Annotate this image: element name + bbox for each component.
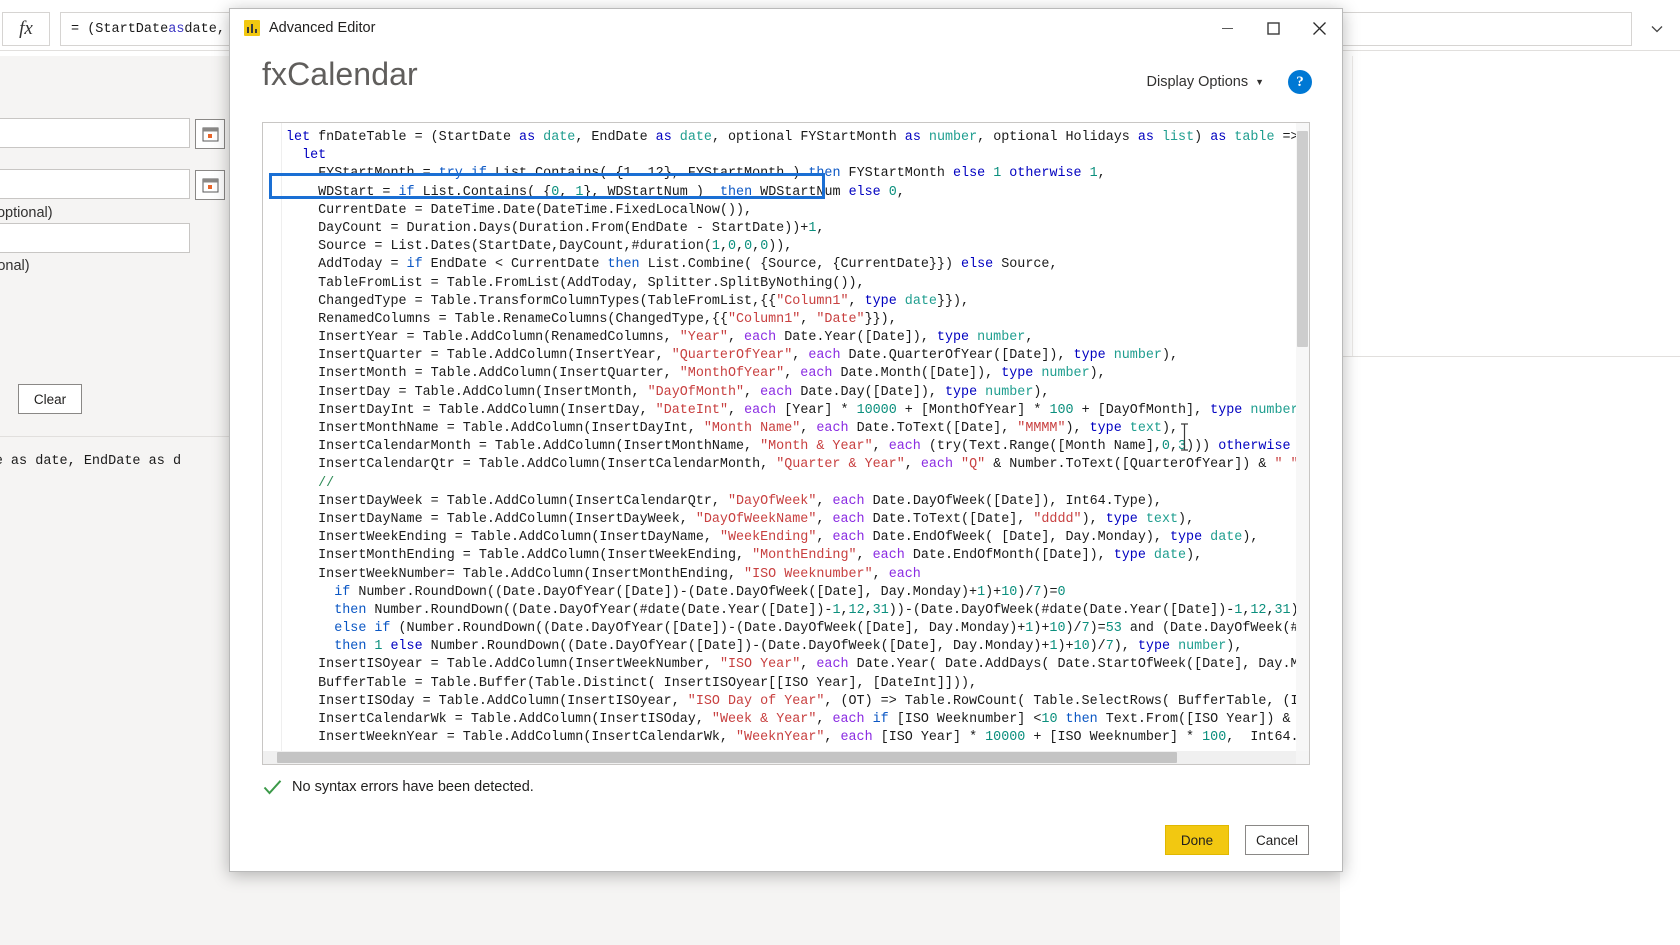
code-line: CurrentDate = DateTime.Date(DateTime.Fix… — [286, 202, 753, 218]
maximize-icon[interactable] — [1250, 9, 1296, 47]
code-line: InsertCalendarWk = Table.AddColumn(Inser… — [286, 712, 1299, 727]
power-bi-icon — [244, 20, 260, 36]
vertical-scrollbar[interactable] — [1296, 123, 1309, 751]
done-button[interactable]: Done — [1165, 825, 1229, 855]
query-name-heading: fxCalendar — [262, 56, 418, 92]
calendar-icon-end[interactable] — [195, 170, 225, 200]
code-line: then Number.RoundDown((Date.DayOfYear(#d… — [334, 602, 1299, 618]
code-line: InsertWeekNumber= Table.AddColumn(Insert… — [286, 566, 921, 582]
dialog-header: fxCalendar Display Options ▼ ? — [230, 48, 1342, 122]
code-line: InsertDay = Table.AddColumn(InsertMonth,… — [286, 384, 1050, 400]
vertical-scrollbar-thumb[interactable] — [1297, 131, 1308, 347]
code-line: WDStart = if List.Contains( {0, 1}, WDSt… — [286, 184, 905, 200]
fy-start-month-label: th (optional) — [0, 205, 53, 221]
code-line: ChangedType = Table.TransformColumnTypes… — [286, 293, 970, 309]
code-line: InsertDayInt = Table.AddColumn(InsertDay… — [286, 402, 1299, 418]
code-line: InsertMonth = Table.AddColumn(InsertQuar… — [286, 366, 1106, 382]
calendar-icon-start[interactable] — [195, 119, 225, 149]
cancel-button[interactable]: Cancel — [1245, 825, 1309, 855]
chevron-down-icon[interactable] — [1640, 13, 1674, 45]
code-line: let fnDateTable = (StartDate as date, En… — [286, 130, 1299, 145]
code-line: InsertISOyear = Table.AddColumn(InsertWe… — [286, 657, 1299, 673]
code-line: InsertISOday = Table.AddColumn(InsertISO… — [286, 693, 1299, 709]
code-line: then 1 else Number.RoundDown((Date.DayOf… — [334, 639, 1243, 655]
start-date-input[interactable]: 21-3-2012 — [0, 118, 190, 148]
display-options-menu[interactable]: Display Options ▼ — [1147, 74, 1264, 90]
end-date-input[interactable]: 21-3-2012 — [0, 169, 190, 199]
editor-gutter-rule — [281, 123, 282, 764]
code-line: InsertYear = Table.AddColumn(RenamedColu… — [286, 330, 1034, 346]
code-line: AddToday = if EndDate < CurrentDate then… — [286, 257, 1058, 273]
formula-text-keyword: as — [168, 21, 185, 37]
window-controls — [1204, 9, 1342, 47]
check-icon — [263, 779, 282, 794]
formula-text-prefix: = (StartDate — [71, 21, 169, 37]
code-line: if Number.RoundDown((Date.DayOfYear([Dat… — [334, 584, 1066, 600]
code-line: InsertCalendarMonth = Table.AddColumn(In… — [286, 439, 1299, 455]
dialog-title: Advanced Editor — [269, 20, 376, 36]
background-rule-vertical — [1352, 56, 1353, 356]
minimize-icon[interactable] — [1204, 9, 1250, 47]
display-options-label: Display Options — [1146, 74, 1249, 90]
fx-icon: fx — [2, 12, 50, 46]
code-line: InsertQuarter = Table.AddColumn(InsertYe… — [286, 348, 1179, 364]
holidays-label: ptional) — [0, 258, 30, 274]
code-line: let — [302, 148, 327, 164]
chevron-down-icon: ▼ — [1255, 77, 1264, 87]
code-line: InsertDayName = Table.AddColumn(InsertDa… — [286, 511, 1195, 527]
code-line: else if (Number.RoundDown((Date.DayOfYea… — [334, 621, 1299, 637]
code-line: InsertWeekEnding = Table.AddColumn(Inser… — [286, 530, 1259, 546]
status-message: No syntax errors have been detected. — [292, 779, 534, 795]
code-line: RenamedColumns = Table.RenameColumns(Cha… — [286, 311, 897, 327]
code-line: InsertDayWeek = Table.AddColumn(InsertCa… — [286, 493, 1162, 509]
code-editor[interactable]: let fnDateTable = (StartDate as date, En… — [262, 122, 1310, 765]
clear-button[interactable]: Clear — [18, 384, 82, 414]
fy-start-month-input[interactable]: 123 — [0, 223, 190, 253]
dialog-buttons: Done Cancel — [230, 809, 1342, 871]
code-line: InsertMonthEnding = Table.AddColumn(Inse… — [286, 548, 1203, 564]
code-line: InsertMonthName = Table.AddColumn(Insert… — [286, 421, 1179, 436]
code-line: BufferTable = Table.Buffer(Table.Distinc… — [286, 675, 978, 691]
horizontal-scrollbar[interactable] — [263, 751, 1296, 764]
status-row: No syntax errors have been detected. — [230, 765, 1342, 809]
close-icon[interactable] — [1296, 9, 1342, 47]
help-icon[interactable]: ? — [1288, 70, 1312, 94]
function-signature-text: tartDate as date, EndDate as d — [0, 454, 182, 469]
code-line: TableFromList = Table.FromList(AddToday,… — [286, 275, 865, 291]
dialog-titlebar: Advanced Editor — [230, 9, 1342, 48]
code-line: InsertCalendarQtr = Table.AddColumn(Inse… — [286, 457, 1299, 473]
code-line: // — [286, 475, 335, 491]
code-line: InsertWeeknYear = Table.AddColumn(Insert… — [286, 730, 1299, 746]
header-actions: Display Options ▼ ? — [1147, 70, 1312, 94]
scrollbar-corner — [1296, 751, 1309, 764]
code-text[interactable]: let fnDateTable = (StartDate as date, En… — [286, 129, 1299, 748]
background-rule — [1340, 356, 1680, 357]
code-line: DayCount = Duration.Days(Duration.From(E… — [286, 220, 825, 236]
horizontal-scrollbar-thumb[interactable] — [277, 752, 1177, 763]
editor-gutter — [263, 123, 282, 764]
advanced-editor-dialog: Advanced Editor fxCalendar Display Optio… — [229, 8, 1343, 872]
code-line: Source = List.Dates(StartDate,DayCount,#… — [286, 239, 793, 255]
code-line: FYStartMonth = try if List.Contains( {1.… — [286, 166, 1106, 182]
